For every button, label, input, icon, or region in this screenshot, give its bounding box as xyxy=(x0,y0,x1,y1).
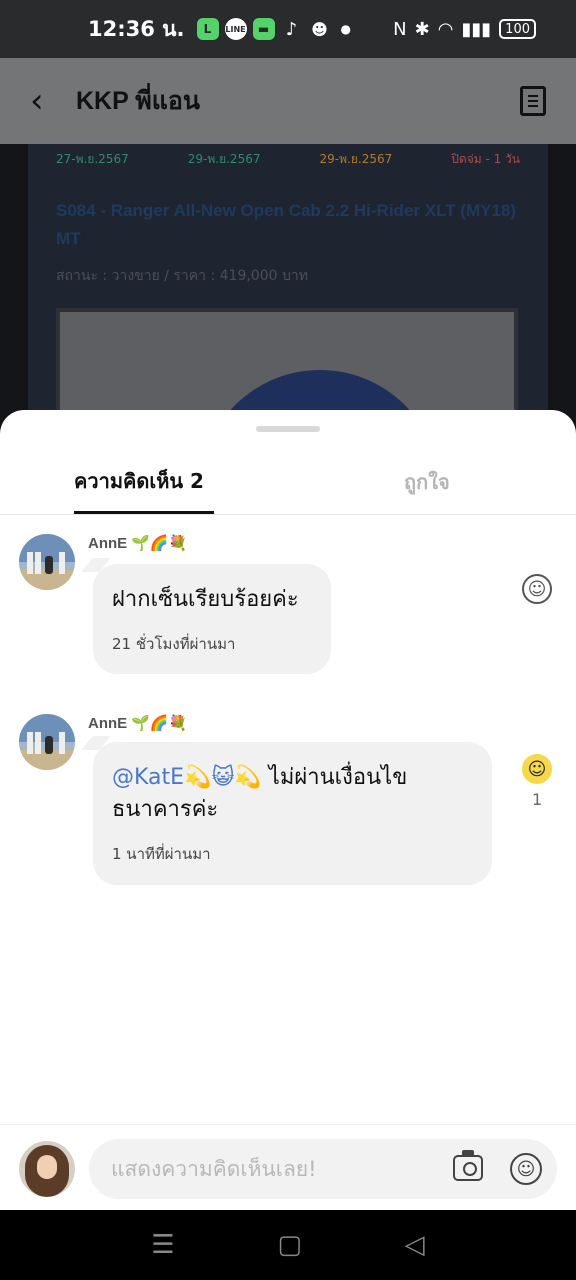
wifi-icon: ◠ xyxy=(437,18,454,40)
comment-author[interactable]: AnnE 🌱🌈💐 xyxy=(88,534,187,552)
status-right: Ν ✱ ◠ ▮▮▮ 100 xyxy=(393,19,536,40)
author-emoji: 🌱🌈💐 xyxy=(131,715,188,732)
post-title: S084 - Ranger All-New Open Cab 2.2 Hi-Ri… xyxy=(56,201,517,248)
comment-input[interactable] xyxy=(111,1157,431,1181)
smiley-icon[interactable]: ☺ xyxy=(522,754,552,784)
post-background: 27-พ.ย.2567 29-พ.ย.2567 29-พ.ย.2567 ปิดจ… xyxy=(0,144,576,448)
signal-icon: ▮▮▮ xyxy=(461,18,492,40)
nfc-icon: Ν xyxy=(393,18,407,40)
post-card: 27-พ.ย.2567 29-พ.ย.2567 29-พ.ย.2567 ปิดจ… xyxy=(28,144,548,448)
date-label: 27-พ.ย.2567 xyxy=(56,152,129,166)
comment-time: 1 นาทีที่ผ่านมา xyxy=(112,845,211,863)
line-icon: L xyxy=(196,18,219,40)
comment-composer: ☺ xyxy=(0,1124,576,1210)
line-icon: LINE xyxy=(224,18,247,40)
smiley-icon[interactable]: ☺ xyxy=(522,574,552,604)
sheet-handle[interactable] xyxy=(256,426,320,432)
reaction-count: 1 xyxy=(532,790,543,809)
mention-link[interactable]: @KatE💫😺💫 xyxy=(112,765,262,790)
comment-time: 21 ชั่วโมงที่ผ่านมา xyxy=(112,635,236,653)
date-row: 27-พ.ย.2567 29-พ.ย.2567 29-พ.ย.2567 ปิดจ… xyxy=(56,144,520,169)
my-avatar xyxy=(19,1141,75,1197)
avatar[interactable] xyxy=(19,534,75,590)
system-nav-bar: ☰ ▢ ◁ xyxy=(0,1210,576,1280)
emoji-icon[interactable]: ☺ xyxy=(510,1153,542,1185)
comment-bubble[interactable]: @KatE💫😺💫 ไม่ผ่านเงื่อนไขธนาคารค่ะ 1 นาที… xyxy=(93,742,492,885)
messages-icon: ▬ xyxy=(252,18,275,40)
comment-bubble[interactable]: ฝากเซ็นเรียบร้อยค่ะ 21 ชั่วโมงที่ผ่านมา xyxy=(93,564,331,674)
app-header: ‹ KKP พี่แอน xyxy=(0,58,576,144)
dot-icon: ● xyxy=(340,22,351,36)
avatar[interactable] xyxy=(19,714,75,770)
author-name: AnnE xyxy=(88,715,128,732)
home-icon[interactable]: ▢ xyxy=(277,1230,302,1260)
date-label: ปิดจ่ม - 1 วัน xyxy=(451,152,520,166)
camera-icon[interactable] xyxy=(453,1150,483,1181)
date-label: 29-พ.ย.2567 xyxy=(319,152,393,166)
comment-text: ฝากเซ็นเรียบร้อยค่ะ xyxy=(112,587,299,612)
tabs: ความคิดเห็น 2 ถูกใจ xyxy=(0,450,576,515)
comment-author[interactable]: AnnE 🌱🌈💐 xyxy=(88,714,187,732)
post-meta: สถานะ : วางขาย / ราคา : 419,000 บาท xyxy=(56,268,308,284)
bluetooth-icon: ✱ xyxy=(414,18,430,40)
menu-button[interactable] xyxy=(520,86,546,116)
comments-sheet: ความคิดเห็น 2 ถูกใจ AnnE 🌱🌈💐 ฝากเซ็นเรียบ… xyxy=(0,410,576,1210)
back-button[interactable]: ‹ xyxy=(30,81,70,121)
comment-input-wrap: ☺ xyxy=(89,1139,557,1199)
battery-icon: 100 xyxy=(499,19,536,39)
date-label: 29-พ.ย.2567 xyxy=(187,152,261,166)
status-time: 12:36 น. xyxy=(88,16,185,41)
author-emoji: 🌱🌈💐 xyxy=(131,535,188,552)
menu-icon[interactable]: ☰ xyxy=(151,1230,174,1260)
back-icon[interactable]: ◁ xyxy=(405,1230,425,1260)
tab-comments[interactable]: ความคิดเห็น 2 xyxy=(74,450,214,514)
page-title: KKP พี่แอน xyxy=(76,87,200,115)
status-bar: 12:36 น. L LINE ▬ ♪ ☻ ● Ν ✱ ◠ ▮▮▮ 100 xyxy=(0,0,576,58)
reddit-icon: ☻ xyxy=(311,19,328,39)
tiktok-icon: ♪ xyxy=(285,18,298,40)
comment-text: @KatE💫😺💫 ไม่ผ่านเงื่อนไขธนาคารค่ะ xyxy=(112,762,472,826)
author-name: AnnE xyxy=(88,535,128,552)
tab-likes[interactable]: ถูกใจ xyxy=(404,450,464,514)
